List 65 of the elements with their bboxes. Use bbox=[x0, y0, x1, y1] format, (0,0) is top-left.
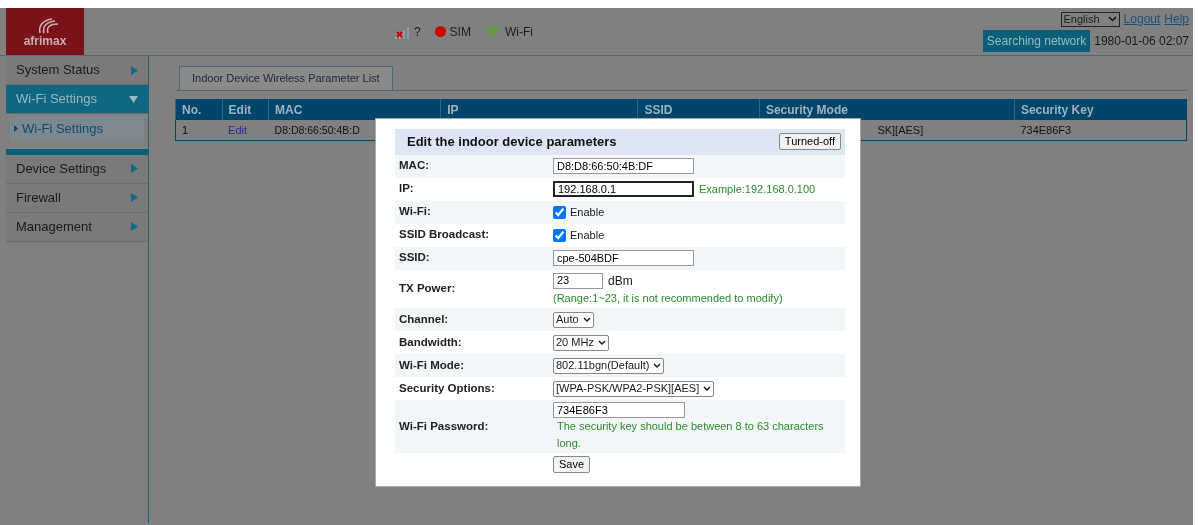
sidebar-item[interactable]: Firewall bbox=[6, 183, 148, 213]
language-select[interactable]: English bbox=[1060, 11, 1120, 27]
field-label: SSID: bbox=[399, 251, 430, 264]
tab[interactable]: Indoor Device Wireless Parameter List bbox=[179, 66, 393, 90]
input-field[interactable]: 192.168.0.1 bbox=[553, 181, 694, 197]
sidebar-item[interactable]: System Status bbox=[6, 56, 148, 85]
dialog-title: Edit the indoor device parameters bbox=[407, 133, 617, 151]
field-label: Channel: bbox=[399, 312, 449, 325]
caret-icon bbox=[582, 317, 591, 322]
turned-off-button[interactable]: Turned-off bbox=[778, 133, 841, 151]
caret-icon bbox=[131, 65, 138, 75]
date-time: 1980-01-06 02:07 bbox=[1094, 33, 1189, 50]
column-header: Security Key bbox=[1014, 99, 1187, 120]
input-field[interactable]: cpe-504BDF bbox=[553, 250, 694, 266]
checkbox[interactable] bbox=[553, 205, 566, 219]
field-label: IP: bbox=[399, 182, 414, 195]
network-status: Searching network bbox=[982, 30, 1091, 52]
table-cell: D8:D8:66:50:4B:D bbox=[274, 123, 360, 136]
field-label: Security Options: bbox=[399, 381, 495, 394]
field-label: Wi-Fi Mode: bbox=[399, 358, 465, 371]
caret-icon bbox=[597, 340, 606, 345]
wifi-label: Wi-Fi bbox=[504, 23, 533, 41]
hint-text: (Range:1~23, it is not recommended to modify) bbox=[553, 290, 783, 306]
column-header: No. bbox=[175, 99, 223, 120]
save-button[interactable]: Save bbox=[553, 456, 591, 473]
checkbox-label: Enable bbox=[570, 204, 605, 220]
caret-icon bbox=[131, 164, 138, 173]
checkbox[interactable] bbox=[553, 228, 566, 242]
caret-icon bbox=[1107, 16, 1117, 22]
input-field[interactable]: D8:D8:66:50:4B:DF bbox=[553, 158, 694, 174]
table-cell: 1 bbox=[182, 123, 189, 136]
caret-icon bbox=[14, 125, 18, 133]
field-label: TX Power: bbox=[399, 282, 456, 295]
field-label: MAC: bbox=[399, 159, 430, 172]
hint-text: The security key should be between 8 to 63 characters long. bbox=[557, 419, 825, 451]
sidebar-item[interactable]: Device Settings bbox=[6, 154, 148, 184]
caret-icon bbox=[131, 193, 138, 202]
table-cell-text: SK][AES] bbox=[876, 123, 924, 136]
hint-text: Example:192.168.0.100 bbox=[699, 181, 816, 197]
dropdown[interactable]: Auto bbox=[553, 311, 594, 328]
field-label: SSID Broadcast: bbox=[399, 228, 490, 241]
caret-icon bbox=[129, 95, 138, 103]
column-header: SSID bbox=[637, 99, 760, 120]
caret-icon bbox=[703, 386, 712, 391]
field-label: Bandwidth: bbox=[399, 335, 462, 348]
field-label: Wi-Fi Password: bbox=[399, 419, 489, 432]
unit-label: dBm bbox=[608, 272, 633, 290]
signal-text: ? bbox=[413, 23, 421, 41]
caret-icon bbox=[653, 363, 662, 368]
checkbox-label: Enable bbox=[570, 227, 605, 243]
dropdown[interactable]: 20 MHz bbox=[553, 334, 609, 351]
sidebar-item[interactable]: Management bbox=[6, 212, 148, 242]
dropdown[interactable]: [WPA-PSK/WPA2-PSK][AES] bbox=[553, 380, 715, 397]
column-header: Edit bbox=[222, 99, 269, 120]
caret-icon bbox=[131, 222, 138, 231]
dropdown[interactable]: 802.11bgn(Default) bbox=[553, 357, 665, 374]
input-field[interactable]: 23 bbox=[553, 272, 603, 289]
column-header: Security Mode bbox=[759, 99, 1015, 120]
column-header: MAC bbox=[268, 99, 441, 120]
field-label: Wi-Fi: bbox=[399, 205, 431, 218]
table-cell: 734E86F3 bbox=[1020, 123, 1072, 136]
column-header: IP bbox=[440, 99, 638, 120]
input-field[interactable]: 734E86F3 bbox=[553, 402, 685, 418]
logo: afrimax bbox=[6, 8, 84, 55]
sim-label: SIM bbox=[449, 23, 471, 41]
